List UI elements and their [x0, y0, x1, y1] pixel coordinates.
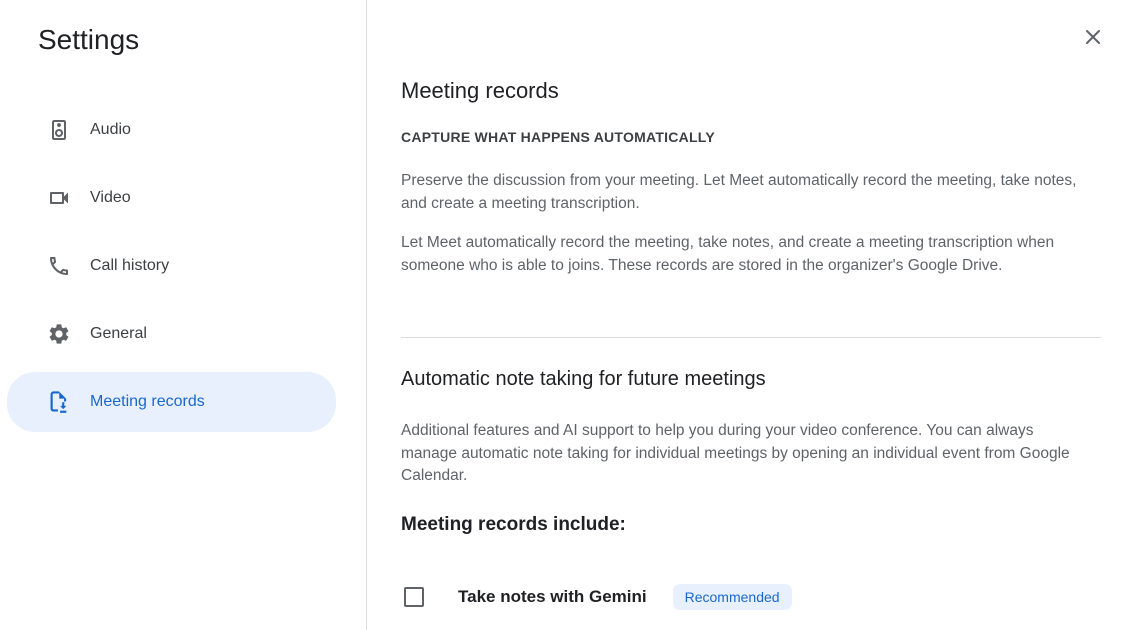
take-notes-checkbox[interactable] — [404, 587, 424, 607]
settings-nav: Audio Video Call history General — [0, 100, 366, 432]
include-title: Meeting records include: — [401, 514, 626, 536]
section-divider — [401, 337, 1101, 338]
sidebar-item-label: Call history — [90, 257, 169, 275]
speaker-icon — [46, 117, 72, 143]
sidebar-item-general[interactable]: General — [7, 304, 336, 364]
sidebar-item-meeting-records[interactable]: Meeting records — [7, 372, 336, 432]
sidebar-item-label: General — [90, 325, 147, 343]
file-download-icon — [46, 389, 72, 415]
sidebar-item-label: Meeting records — [90, 393, 205, 411]
gear-icon — [46, 321, 72, 347]
videocam-icon — [46, 185, 72, 211]
caps-label: CAPTURE WHAT HAPPENS AUTOMATICALLY — [401, 129, 715, 145]
section-title: Meeting records — [401, 78, 559, 104]
close-icon — [1081, 25, 1105, 49]
phone-icon — [46, 253, 72, 279]
description-paragraph: Preserve the discussion from your meetin… — [401, 170, 1081, 215]
recommended-badge: Recommended — [673, 584, 792, 610]
take-notes-label: Take notes with Gemini — [458, 587, 647, 607]
sidebar-item-call-history[interactable]: Call history — [7, 236, 336, 296]
gemini-option-row: Take notes with Gemini Recommended — [404, 584, 792, 610]
subsection-title: Automatic note taking for future meeting… — [401, 368, 766, 391]
close-button[interactable] — [1080, 24, 1106, 50]
sidebar-item-audio[interactable]: Audio — [7, 100, 336, 160]
settings-sidebar: Settings Audio Video Call history Genera… — [0, 0, 367, 630]
dialog-title: Settings — [38, 24, 139, 56]
description-paragraph: Let Meet automatically record the meetin… — [401, 232, 1081, 277]
meeting-records-panel: Meeting records CAPTURE WHAT HAPPENS AUT… — [368, 0, 1128, 630]
sidebar-item-label: Audio — [90, 121, 131, 139]
sidebar-item-label: Video — [90, 189, 131, 207]
sidebar-item-video[interactable]: Video — [7, 168, 336, 228]
description-paragraph: Additional features and AI support to he… — [401, 420, 1081, 488]
